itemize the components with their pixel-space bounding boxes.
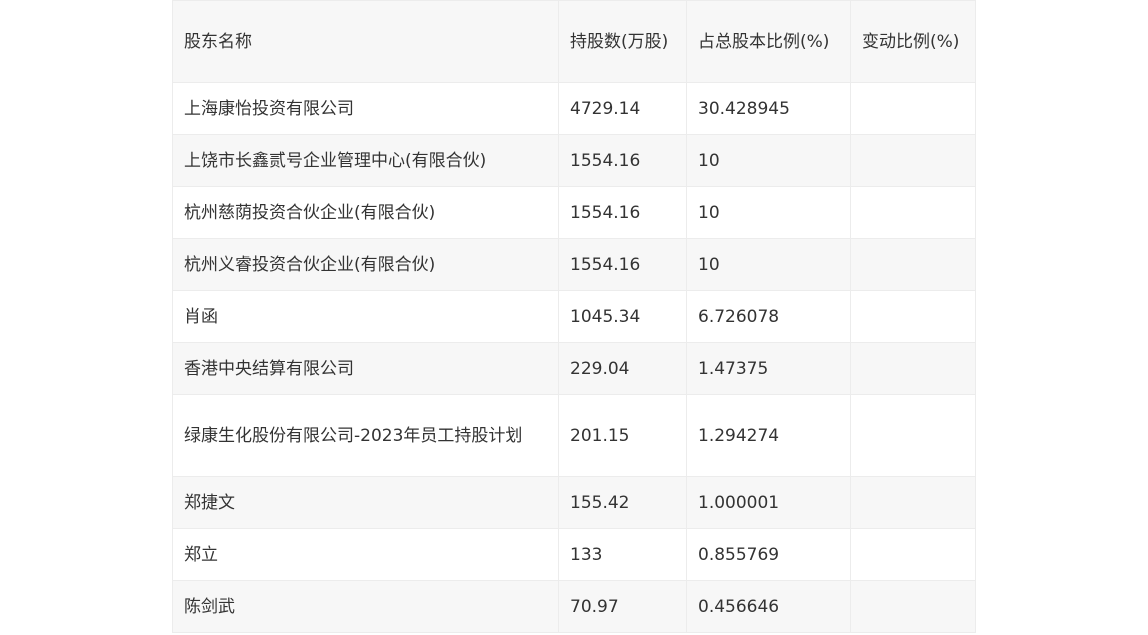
table-row: 绿康生化股份有限公司-2023年员工持股计划 201.15 1.294274 [172,394,976,477]
cell-change [850,342,976,395]
table-row: 陈剑武 70.97 0.456646 [172,580,976,633]
cell-shares: 1554.16 [558,134,687,187]
cell-ratio: 10 [686,186,851,239]
header-shares: 持股数(万股) [558,0,687,83]
cell-shares: 4729.14 [558,82,687,135]
cell-name: 绿康生化股份有限公司-2023年员工持股计划 [172,394,559,477]
table-row: 肖函 1045.34 6.726078 [172,290,976,343]
cell-shares: 1554.16 [558,186,687,239]
header-ratio: 占总股本比例(%) [686,0,851,83]
cell-shares: 1554.16 [558,238,687,291]
cell-change [850,134,976,187]
cell-name: 郑立 [172,528,559,581]
header-shareholder-name: 股东名称 [172,0,559,83]
shareholder-table-container: 股东名称 持股数(万股) 占总股本比例(%) 变动比例(%) 上海康怡投资有限公… [172,0,976,633]
cell-name: 上饶市长鑫贰号企业管理中心(有限合伙) [172,134,559,187]
cell-name: 陈剑武 [172,580,559,633]
cell-ratio: 6.726078 [686,290,851,343]
cell-change [850,580,976,633]
table-row: 上饶市长鑫贰号企业管理中心(有限合伙) 1554.16 10 [172,134,976,187]
cell-shares: 133 [558,528,687,581]
cell-shares: 155.42 [558,476,687,529]
cell-change [850,528,976,581]
cell-shares: 201.15 [558,394,687,477]
cell-change [850,290,976,343]
header-change: 变动比例(%) [850,0,976,83]
table-row: 郑立 133 0.855769 [172,528,976,581]
table-row: 杭州慈荫投资合伙企业(有限合伙) 1554.16 10 [172,186,976,239]
table-row: 杭州义睿投资合伙企业(有限合伙) 1554.16 10 [172,238,976,291]
cell-shares: 229.04 [558,342,687,395]
cell-name: 郑捷文 [172,476,559,529]
cell-name: 香港中央结算有限公司 [172,342,559,395]
cell-shares: 1045.34 [558,290,687,343]
shareholder-table: 股东名称 持股数(万股) 占总股本比例(%) 变动比例(%) 上海康怡投资有限公… [172,0,976,633]
table-row: 郑捷文 155.42 1.000001 [172,476,976,529]
table-row: 上海康怡投资有限公司 4729.14 30.428945 [172,82,976,135]
cell-change [850,476,976,529]
table-header-row: 股东名称 持股数(万股) 占总股本比例(%) 变动比例(%) [172,0,976,83]
cell-change [850,238,976,291]
cell-change [850,186,976,239]
cell-ratio: 0.855769 [686,528,851,581]
cell-shares: 70.97 [558,580,687,633]
cell-name: 杭州义睿投资合伙企业(有限合伙) [172,238,559,291]
cell-ratio: 10 [686,134,851,187]
cell-change [850,82,976,135]
cell-ratio: 10 [686,238,851,291]
cell-ratio: 1.294274 [686,394,851,477]
table-row: 香港中央结算有限公司 229.04 1.47375 [172,342,976,395]
cell-ratio: 0.456646 [686,580,851,633]
cell-name: 杭州慈荫投资合伙企业(有限合伙) [172,186,559,239]
cell-name: 上海康怡投资有限公司 [172,82,559,135]
cell-name: 肖函 [172,290,559,343]
cell-ratio: 30.428945 [686,82,851,135]
cell-ratio: 1.000001 [686,476,851,529]
cell-ratio: 1.47375 [686,342,851,395]
cell-change [850,394,976,477]
